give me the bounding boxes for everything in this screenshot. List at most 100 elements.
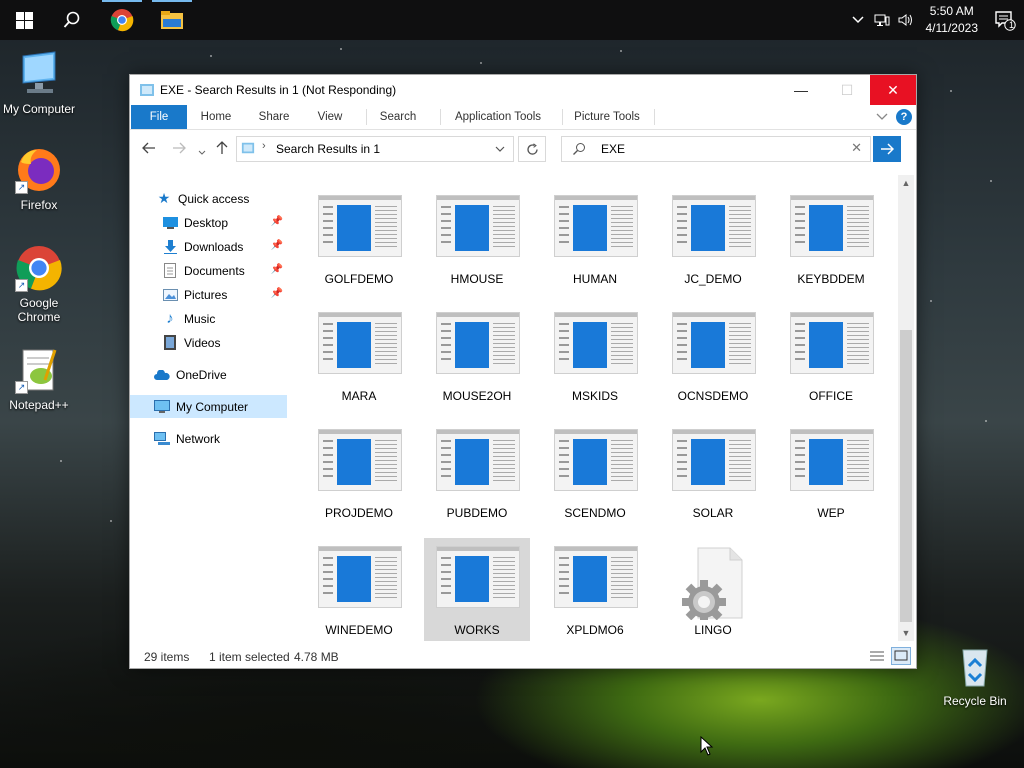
file-item[interactable]: MSKIDS (542, 304, 648, 418)
file-item[interactable]: SCENDMO (542, 421, 648, 535)
desktop-icon-google-chrome[interactable]: ↗ Google Chrome (0, 244, 78, 324)
pin-icon[interactable]: 📌 (271, 216, 283, 227)
address-bar[interactable]: › Search Results in 1 (236, 136, 514, 162)
large-icons-view-icon[interactable] (891, 647, 911, 665)
desktop-icon-firefox[interactable]: ↗ Firefox (0, 146, 78, 212)
system-tray: 5:50 AM 4/11/2023 1 (846, 0, 1024, 40)
nav-label: Desktop (184, 215, 229, 230)
file-item[interactable]: PROJDEMO (306, 421, 412, 535)
nav-item-videos[interactable]: Videos (130, 331, 287, 354)
help-icon[interactable]: ? (896, 109, 912, 125)
nav-my-computer[interactable]: My Computer (130, 395, 287, 418)
search-input[interactable]: EXE (601, 142, 625, 156)
nav-network[interactable]: Network (130, 427, 287, 450)
file-item[interactable]: LINGO (660, 538, 766, 641)
file-item[interactable]: JC_DEMO (660, 187, 766, 301)
notification-count-badge: 1 (1009, 20, 1015, 30)
title-bar[interactable]: EXE - Search Results in 1 (Not Respondin… (130, 75, 916, 105)
file-item[interactable]: HMOUSE (424, 187, 530, 301)
file-item[interactable]: KEYBDDEM (778, 187, 884, 301)
tab-view[interactable]: View (308, 105, 352, 129)
tab-picture-tools[interactable]: Picture Tools (570, 105, 644, 129)
desktop-icon-recycle-bin[interactable]: Recycle Bin (936, 642, 1014, 708)
file-item[interactable]: PUBDEMO (424, 421, 530, 535)
file-item[interactable]: WINEDEMO (306, 538, 412, 641)
file-item[interactable]: MARA (306, 304, 412, 418)
scroll-down-icon[interactable]: ▼ (898, 625, 914, 641)
scroll-up-icon[interactable]: ▲ (898, 175, 914, 191)
nav-item-desktop[interactable]: Desktop 📌 (130, 211, 287, 234)
desktop-icon-label: Firefox (20, 198, 58, 212)
pin-icon[interactable]: 📌 (271, 264, 283, 275)
nav-label: Documents (184, 263, 245, 278)
file-item[interactable]: WEP (778, 421, 884, 535)
file-thumbnail (554, 195, 638, 257)
chevron-down-icon[interactable] (495, 146, 505, 153)
file-item[interactable]: WORKS (424, 538, 530, 641)
pin-icon[interactable]: 📌 (271, 288, 283, 299)
nav-onedrive[interactable]: OneDrive (130, 363, 287, 386)
file-item[interactable]: XPLDMO6 (542, 538, 648, 641)
maximize-button[interactable]: ☐ (824, 75, 870, 105)
file-item[interactable]: SOLAR (660, 421, 766, 535)
nav-item-downloads[interactable]: Downloads 📌 (130, 235, 287, 258)
vertical-scrollbar[interactable]: ▲ ▼ (898, 175, 914, 641)
address-path[interactable]: Search Results in 1 (276, 142, 380, 156)
desktop-icon-my-computer[interactable]: My Computer (0, 50, 78, 116)
file-name: XPLDMO6 (566, 623, 624, 637)
file-item[interactable]: OFFICE (778, 304, 884, 418)
navigation-pane: ★ Quick access Desktop 📌 Downloads 📌 Doc… (130, 175, 288, 641)
desktop-icon-label: Google Chrome (17, 296, 61, 324)
search-button[interactable] (48, 0, 96, 40)
recent-locations-button[interactable] (198, 143, 206, 159)
desktop-icon-notepadpp[interactable]: ↗ Notepad++ (0, 346, 78, 412)
videos-icon (162, 335, 178, 351)
file-item[interactable]: MOUSE2OH (424, 304, 530, 418)
search-folder-icon (241, 142, 255, 154)
windows-logo-icon (15, 11, 33, 29)
pin-icon[interactable]: 📌 (271, 240, 283, 251)
mouse-cursor-icon (700, 736, 714, 756)
tab-home[interactable]: Home (192, 105, 240, 129)
taskbar-chrome[interactable] (98, 0, 146, 40)
nav-label: Videos (184, 335, 221, 350)
search-box[interactable]: EXE ✕ (561, 136, 871, 162)
file-name: WINEDEMO (325, 623, 393, 637)
nav-item-pictures[interactable]: Pictures 📌 (130, 283, 287, 306)
file-name: WORKS (454, 623, 500, 637)
network-icon[interactable] (870, 0, 894, 40)
shortcut-arrow-icon: ↗ (15, 279, 28, 292)
tab-share[interactable]: Share (250, 105, 298, 129)
chevron-up-icon[interactable] (846, 0, 870, 40)
clear-search-icon[interactable]: ✕ (851, 140, 862, 156)
file-item[interactable]: HUMAN (542, 187, 648, 301)
forward-button[interactable] (172, 141, 186, 157)
refresh-button[interactable] (518, 136, 546, 162)
nav-item-music[interactable]: ♪ Music (130, 307, 287, 330)
file-item[interactable]: GOLFDEMO (306, 187, 412, 301)
scrollbar-thumb[interactable] (900, 330, 912, 622)
search-go-button[interactable] (873, 136, 901, 162)
computer-icon (154, 399, 170, 415)
tab-file[interactable]: File (131, 105, 187, 129)
tab-application-tools[interactable]: Application Tools (448, 105, 548, 129)
file-item[interactable]: OCNSDEMO (660, 304, 766, 418)
tab-search[interactable]: Search (374, 105, 422, 129)
item-count: 29 items (144, 650, 190, 664)
details-view-icon[interactable] (869, 649, 885, 663)
arrow-right-icon (881, 143, 894, 155)
volume-icon[interactable] (894, 0, 918, 40)
clock[interactable]: 5:50 AM 4/11/2023 (918, 3, 987, 37)
nav-quick-access[interactable]: ★ Quick access (130, 187, 287, 210)
action-center-button[interactable]: 1 (986, 0, 1024, 40)
chrome-icon (110, 9, 134, 32)
close-button[interactable]: ✕ (870, 75, 916, 105)
file-name: PUBDEMO (446, 506, 508, 520)
taskbar-file-explorer[interactable] (148, 0, 196, 40)
nav-item-documents[interactable]: Documents 📌 (130, 259, 287, 282)
back-button[interactable] (142, 141, 156, 157)
up-button[interactable] (216, 141, 228, 158)
start-button[interactable] (0, 0, 48, 40)
chevron-down-icon[interactable] (876, 113, 888, 121)
minimize-button[interactable]: — (778, 75, 824, 105)
